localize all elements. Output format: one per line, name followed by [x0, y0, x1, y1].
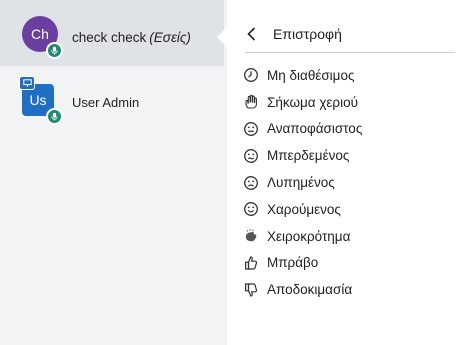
menu-item-happy[interactable]: Χαρούμενος: [243, 196, 463, 223]
menu-item-label: Λυπημένος: [267, 175, 335, 191]
menu-pointer: [217, 27, 227, 47]
menu-item-sad[interactable]: Λυπημένος: [243, 169, 463, 196]
participant-name: check check (Εσείς): [72, 30, 191, 45]
menu-item-raise-hand[interactable]: Σήκωμα χεριού: [243, 89, 463, 116]
clapping-hands-icon: [243, 228, 259, 244]
menu-item-thumbs-up[interactable]: Μπράβο: [243, 250, 463, 277]
participant-row-admin[interactable]: Us User Admin: [0, 68, 224, 148]
sad-face-icon: [243, 175, 259, 191]
avatar-initials: Us: [29, 92, 47, 108]
microphone-icon: [46, 108, 63, 125]
menu-item-label: Σήκωμα χεριού: [267, 94, 358, 110]
avatar-initials: Ch: [31, 26, 49, 42]
menu-divider: [245, 52, 455, 53]
menu-item-label: Χαρούμενος: [267, 201, 341, 217]
menu-item-label: Αποδοκιμασία: [267, 282, 353, 298]
menu-item-confused[interactable]: Μπερδεμένος: [243, 142, 463, 169]
neutral-face-icon: [243, 121, 259, 137]
participants-list: Ch check check (Εσείς) Us User Admin: [0, 0, 234, 345]
status-options: Μη διαθέσιμος Σήκωμα χεριού Αναποφάσιστο…: [243, 62, 463, 303]
back-button[interactable]: Επιστροφή: [243, 22, 453, 46]
participant-name-text: check check: [72, 30, 147, 45]
menu-item-undecided[interactable]: Αναποφάσιστος: [243, 116, 463, 143]
menu-item-label: Μπερδεμένος: [267, 148, 350, 164]
happy-face-icon: [243, 201, 259, 217]
menu-item-label: Μη διαθέσιμος: [267, 67, 355, 83]
status-menu: Επιστροφή Μη διαθέσιμος Σήκωμα χεριού Αν…: [217, 0, 472, 345]
menu-item-label: Χειροκρότημα: [267, 228, 351, 244]
clock-icon: [243, 67, 259, 83]
menu-item-label: Μπράβο: [267, 255, 319, 271]
menu-item-thumbs-down[interactable]: Αποδοκιμασία: [243, 276, 463, 303]
confused-face-icon: [243, 148, 259, 164]
raised-hand-icon: [243, 94, 259, 110]
chevron-left-icon: [247, 27, 256, 41]
microphone-icon: [46, 42, 63, 59]
thumbs-down-icon: [243, 282, 259, 298]
menu-item-label: Αναποφάσιστος: [267, 121, 363, 137]
participant-row-self[interactable]: Ch check check (Εσείς): [0, 0, 224, 66]
menu-item-applause[interactable]: Χειροκρότημα: [243, 223, 463, 250]
menu-item-away[interactable]: Μη διαθέσιμος: [243, 62, 463, 89]
you-label: (Εσείς): [149, 30, 191, 45]
back-label: Επιστροφή: [273, 26, 342, 42]
thumbs-up-icon: [243, 255, 259, 271]
presenter-icon: [19, 76, 35, 90]
participant-name: User Admin: [72, 95, 140, 110]
